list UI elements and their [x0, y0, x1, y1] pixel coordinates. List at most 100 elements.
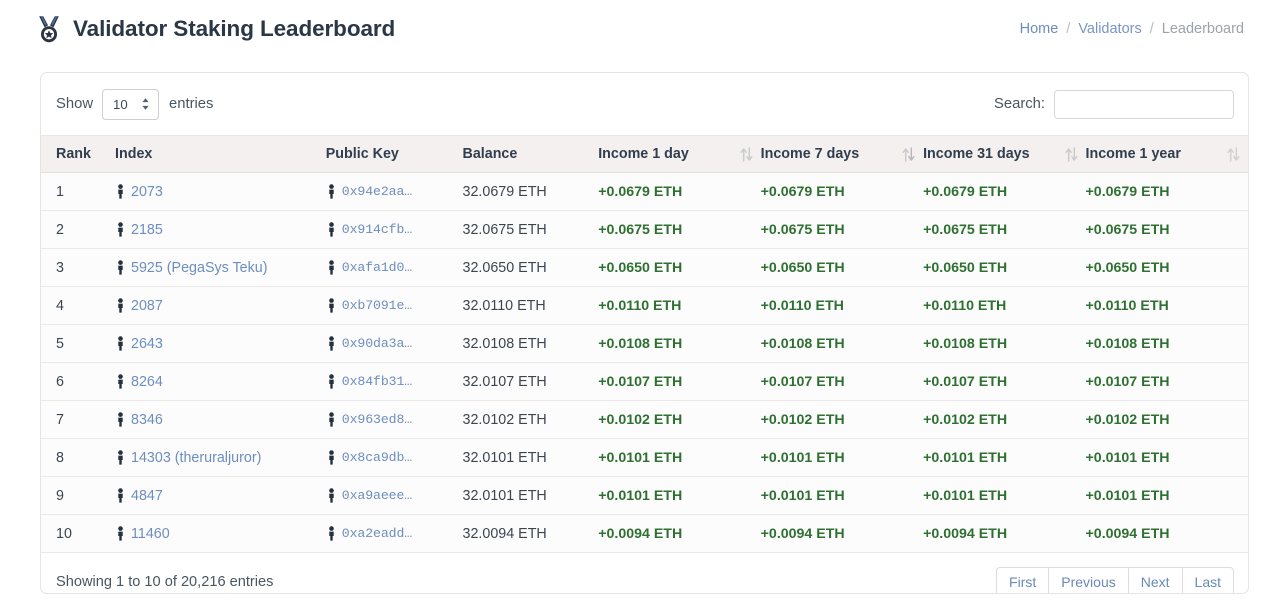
- cell-public-key: 0x84fb31…: [325, 362, 463, 401]
- income-7-days-value: +0.0102 ETH: [760, 411, 845, 428]
- column-header-public-key[interactable]: Public Key: [325, 135, 463, 173]
- cell-income-31-days: +0.0679 ETH: [923, 172, 1086, 211]
- cell-index: 8264: [115, 362, 326, 401]
- public-key-link[interactable]: 0x90da3a…: [342, 336, 412, 351]
- sort-updown-icon[interactable]: [740, 146, 753, 162]
- validator-index-link[interactable]: 8264: [131, 374, 163, 390]
- cell-rank: 3: [41, 248, 116, 287]
- column-label-income-1-year: Income 1 year: [1085, 146, 1181, 162]
- cell-public-key: 0x90da3a…: [325, 324, 463, 363]
- validator-index-link[interactable]: 5925 (PegaSys Teku): [131, 260, 267, 276]
- cell-rank: 2: [41, 210, 116, 249]
- balance-value: 32.0650 ETH: [462, 259, 547, 276]
- pagination-first-button[interactable]: First: [996, 566, 1049, 593]
- pagination-last-button[interactable]: Last: [1181, 566, 1234, 593]
- public-key-link[interactable]: 0x914cfb…: [342, 222, 412, 237]
- validator-index-link[interactable]: 8346: [131, 412, 163, 428]
- person-icon: [115, 184, 126, 199]
- cell-balance: 32.0650 ETH: [462, 248, 599, 287]
- pagination: First Previous Next Last: [996, 566, 1234, 593]
- person-icon: [326, 526, 337, 541]
- cell-income-1-year: +0.0107 ETH: [1085, 362, 1248, 401]
- column-header-index[interactable]: Index: [115, 135, 326, 173]
- show-label: Show: [56, 96, 94, 112]
- income-31-days-value: +0.0101 ETH: [923, 487, 1008, 504]
- sort-updown-icon[interactable]: [1227, 146, 1240, 162]
- cell-income-31-days: +0.0675 ETH: [923, 210, 1086, 249]
- entries-length-control: Show 10 entries: [56, 88, 213, 120]
- public-key-link[interactable]: 0xa9aeee…: [342, 488, 412, 503]
- cell-balance: 32.0679 ETH: [462, 172, 599, 211]
- cell-income-1-year: +0.0102 ETH: [1085, 400, 1248, 439]
- leaderboard-table: Rank Index Public Key Balance Income 1 d…: [41, 135, 1248, 553]
- table-row: 7 8346 0x963ed8… 32.0102 ETH +0.0102 ETH +0.0…: [41, 400, 1248, 439]
- public-key-link[interactable]: 0xafa1d0…: [342, 260, 412, 275]
- search-control: Search:: [994, 89, 1234, 119]
- public-key-link[interactable]: 0x963ed8…: [342, 412, 412, 427]
- cell-balance: 32.0107 ETH: [462, 362, 599, 401]
- rank-value: 2: [56, 221, 64, 238]
- cell-balance: 32.0101 ETH: [462, 476, 599, 515]
- column-header-rank[interactable]: Rank: [41, 135, 116, 173]
- validator-index-link[interactable]: 14303 (theruraljuror): [131, 450, 261, 466]
- column-header-balance[interactable]: Balance: [462, 135, 599, 173]
- pagination-previous-button[interactable]: Previous: [1048, 566, 1128, 593]
- income-31-days-value: +0.0102 ETH: [923, 411, 1008, 428]
- validator-index-link[interactable]: 2185: [131, 222, 163, 238]
- public-key-link[interactable]: 0xb7091e…: [342, 298, 412, 313]
- sort-updown-icon[interactable]: [1064, 146, 1078, 162]
- public-key-link[interactable]: 0xa2eadd…: [342, 526, 412, 541]
- rank-value: 10: [56, 525, 72, 542]
- table-header-row: Rank Index Public Key Balance Income 1 d…: [41, 135, 1248, 173]
- public-key-link[interactable]: 0x84fb31…: [342, 374, 412, 389]
- sort-updown-icon[interactable]: [902, 146, 915, 162]
- entries-select[interactable]: 10: [102, 88, 160, 120]
- column-header-income-7-days[interactable]: Income 7 days: [760, 135, 924, 173]
- validator-index-link[interactable]: 4847: [131, 488, 163, 504]
- person-icon: [115, 260, 126, 275]
- income-7-days-value: +0.0679 ETH: [760, 183, 845, 200]
- income-7-days-value: +0.0675 ETH: [760, 221, 845, 238]
- breadcrumb-validators[interactable]: Validators: [1078, 21, 1141, 37]
- income-31-days-value: +0.0108 ETH: [923, 335, 1008, 352]
- public-key-link[interactable]: 0x8ca9db…: [342, 450, 412, 465]
- table-row: 3 5925 (PegaSys Teku) 0xafa1d0… 32.0650 ETH…: [41, 248, 1248, 287]
- cell-income-1-day: +0.0101 ETH: [598, 476, 761, 515]
- breadcrumb-separator-1: /: [1066, 20, 1071, 37]
- table-row: 5 2643 0x90da3a… 32.0108 ETH +0.0108 ETH +0.0…: [41, 324, 1248, 363]
- person-icon: [326, 336, 337, 351]
- balance-value: 32.0107 ETH: [462, 373, 547, 390]
- search-label: Search:: [994, 96, 1045, 112]
- cell-balance: 32.0101 ETH: [462, 438, 599, 477]
- page-title: Validator Staking Leaderboard: [73, 15, 396, 41]
- income-1-day-value: +0.0094 ETH: [598, 525, 683, 542]
- cell-balance: 32.0110 ETH: [462, 286, 599, 325]
- table-row: 8 14303 (theruraljuror) 0x8ca9db… 32.0101 E…: [41, 438, 1248, 477]
- person-icon: [326, 412, 337, 427]
- cell-income-31-days: +0.0101 ETH: [923, 438, 1086, 477]
- person-icon: [326, 260, 337, 275]
- public-key-link[interactable]: 0x94e2aa…: [342, 184, 412, 199]
- validator-index-link[interactable]: 11460: [131, 526, 170, 542]
- column-header-income-1-day[interactable]: Income 1 day: [598, 135, 761, 173]
- pagination-next-button[interactable]: Next: [1127, 566, 1182, 593]
- table-row: 2 2185 0x914cfb… 32.0675 ETH +0.0675 ETH +0.0…: [41, 210, 1248, 249]
- search-input[interactable]: [1054, 89, 1234, 119]
- income-1-day-value: +0.0650 ETH: [598, 259, 683, 276]
- validator-index-link[interactable]: 2643: [131, 336, 163, 352]
- cell-income-7-days: +0.0675 ETH: [760, 210, 924, 249]
- entries-select-wrap: 10: [102, 88, 160, 120]
- cell-income-1-year: +0.0650 ETH: [1085, 248, 1248, 287]
- validator-index-link[interactable]: 2073: [131, 184, 163, 200]
- income-7-days-value: +0.0108 ETH: [760, 335, 845, 352]
- income-31-days-value: +0.0679 ETH: [923, 183, 1008, 200]
- breadcrumb-home[interactable]: Home: [1020, 21, 1059, 37]
- medal-icon: [36, 15, 62, 43]
- cell-index: 2185: [115, 210, 326, 249]
- column-header-income-31-days[interactable]: Income 31 days: [923, 135, 1086, 173]
- cell-income-7-days: +0.0679 ETH: [760, 172, 924, 211]
- table-row: 9 4847 0xa9aeee… 32.0101 ETH +0.0101 ETH +0.0…: [41, 476, 1248, 515]
- cell-public-key: 0xa2eadd…: [325, 514, 463, 553]
- column-header-income-1-year[interactable]: Income 1 year: [1085, 135, 1248, 173]
- validator-index-link[interactable]: 2087: [131, 298, 163, 314]
